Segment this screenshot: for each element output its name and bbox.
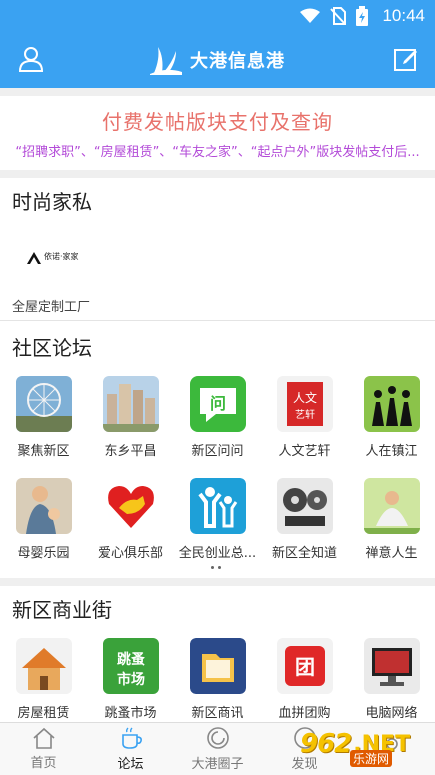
forum-item-chuangye[interactable]: 全民创业总... [174,478,261,561]
clock: 10:44 [382,6,425,25]
brand-mark-icon [27,252,41,264]
cup-icon [121,727,142,749]
svg-text:团: 团 [295,655,315,679]
forum-item-dongxiang[interactable]: 东乡平昌 [87,376,174,459]
brand-logo[interactable]: 依诺·家家 [26,246,86,268]
section-title-fashion: 时尚家私 [12,190,92,214]
forum-item-quanzhidao[interactable]: 新区全知道 [261,478,348,561]
tab-forum[interactable]: 论坛 [87,723,174,775]
forum-item-label: 人文艺轩 [278,444,331,459]
brand-logo-text: 依诺·家家 [44,252,79,261]
flea-market-icon: 跳蚤 市场 [102,638,159,694]
separator [0,88,435,96]
status-bar: 10:44 [0,0,435,32]
pay-banner[interactable]: 付费发帖版块支付及查询 “招聘求职”、“房屋租赁”、“车友之家”、“起点户外”版… [0,96,435,170]
forum-item-zhenjiang[interactable]: 人在镇江 [348,376,435,459]
ferris-wheel-icon [15,376,72,432]
forum-item-label: 东乡平昌 [104,444,157,459]
compose-button[interactable] [391,44,421,74]
brand-caption: 全屋定制工厂 [12,300,91,315]
svg-text:问: 问 [209,394,225,413]
forum-item-aixin[interactable]: 爱心俱乐部 [87,478,174,561]
watermark-number: 962 [300,729,352,759]
circle-icon [206,727,229,749]
business-item-groupbuy[interactable]: 团 血拼团购 [261,638,348,721]
buildings-icon [102,376,159,432]
separator [0,578,435,586]
folder-icon [189,638,246,694]
svg-text:人文: 人文 [292,390,316,405]
forum-item-juji[interactable]: 聚焦新区 [0,376,87,459]
watermark: 962 .NET 乐游网 [300,724,432,767]
people-up-icon [189,478,246,534]
tab-home[interactable]: 首页 [0,723,87,775]
forum-item-label: 爱心俱乐部 [97,546,163,561]
mother-baby-icon [15,478,72,534]
forum-item-label: 新区问问 [191,444,244,459]
house-icon [15,638,72,694]
forum-item-muying[interactable]: 母婴乐园 [0,478,87,561]
pay-banner-subtitle: “招聘求职”、“房屋租赁”、“车友之家”、“起点户外”版块发帖支付后... [15,145,420,160]
svg-text:跳蚤: 跳蚤 [117,651,145,668]
business-item-flea[interactable]: 跳蚤 市场 跳蚤市场 [87,638,174,721]
app-header: 大港信息港 [0,32,435,88]
app-logo: 大港信息港 [150,45,285,75]
meditation-icon [363,478,420,534]
business-item-label: 跳蚤市场 [104,706,157,721]
forum-item-label: 新区全知道 [271,546,337,561]
tab-label: 首页 [30,756,57,771]
watermark-cn: 乐游网 [350,750,393,767]
svg-text:市场: 市场 [117,671,145,688]
question-chat-icon: 问 [189,376,246,432]
business-item-news[interactable]: 新区商讯 [174,638,261,721]
section-title-business: 新区商业街 [12,598,112,622]
forum-item-label: 禅意人生 [365,546,418,561]
wifi-icon [300,8,321,24]
page-indicator [211,566,221,569]
forum-item-label: 人在镇江 [365,444,418,459]
separator [0,170,435,178]
forum-item-label: 全民创业总... [178,546,257,561]
film-reels-icon [276,478,333,534]
svg-text:艺轩: 艺轩 [295,408,315,421]
computer-icon [363,638,420,694]
business-item-label: 房屋租赁 [17,706,70,721]
red-seal-icon: 人文 艺轩 [276,376,333,432]
business-item-label: 新区商讯 [191,706,244,721]
section-title-forum: 社区论坛 [12,336,92,360]
user-profile-button[interactable] [16,44,46,74]
group-buy-icon: 团 [276,638,333,694]
forum-item-renwen[interactable]: 人文 艺轩 人文艺轩 [261,376,348,459]
tab-circle[interactable]: 大港圈子 [174,723,261,775]
tab-label: 论坛 [117,757,144,772]
battery-charging-icon [356,6,369,26]
forum-item-label: 聚焦新区 [17,444,70,459]
business-item-house[interactable]: 房屋租赁 [0,638,87,721]
heart-hand-icon [102,478,159,534]
tab-label: 大港圈子 [191,757,244,772]
forum-item-wenwen[interactable]: 问 新区问问 [174,376,261,459]
edit-icon [394,49,417,71]
app-title: 大港信息港 [190,51,285,72]
business-item-computer[interactable]: 电脑网络 [348,638,435,721]
user-icon [18,47,44,72]
pay-banner-title: 付费发帖版块支付及查询 [102,110,333,134]
business-item-label: 血拼团购 [278,706,331,721]
no-sim-icon [330,7,347,25]
logo-wave-icon [150,47,182,75]
business-item-label: 电脑网络 [365,706,418,721]
people-silhouette-icon [363,376,420,432]
forum-item-chanyi[interactable]: 禅意人生 [348,478,435,561]
divider [0,320,435,321]
forum-item-label: 母婴乐园 [17,546,70,561]
home-icon [32,727,55,749]
